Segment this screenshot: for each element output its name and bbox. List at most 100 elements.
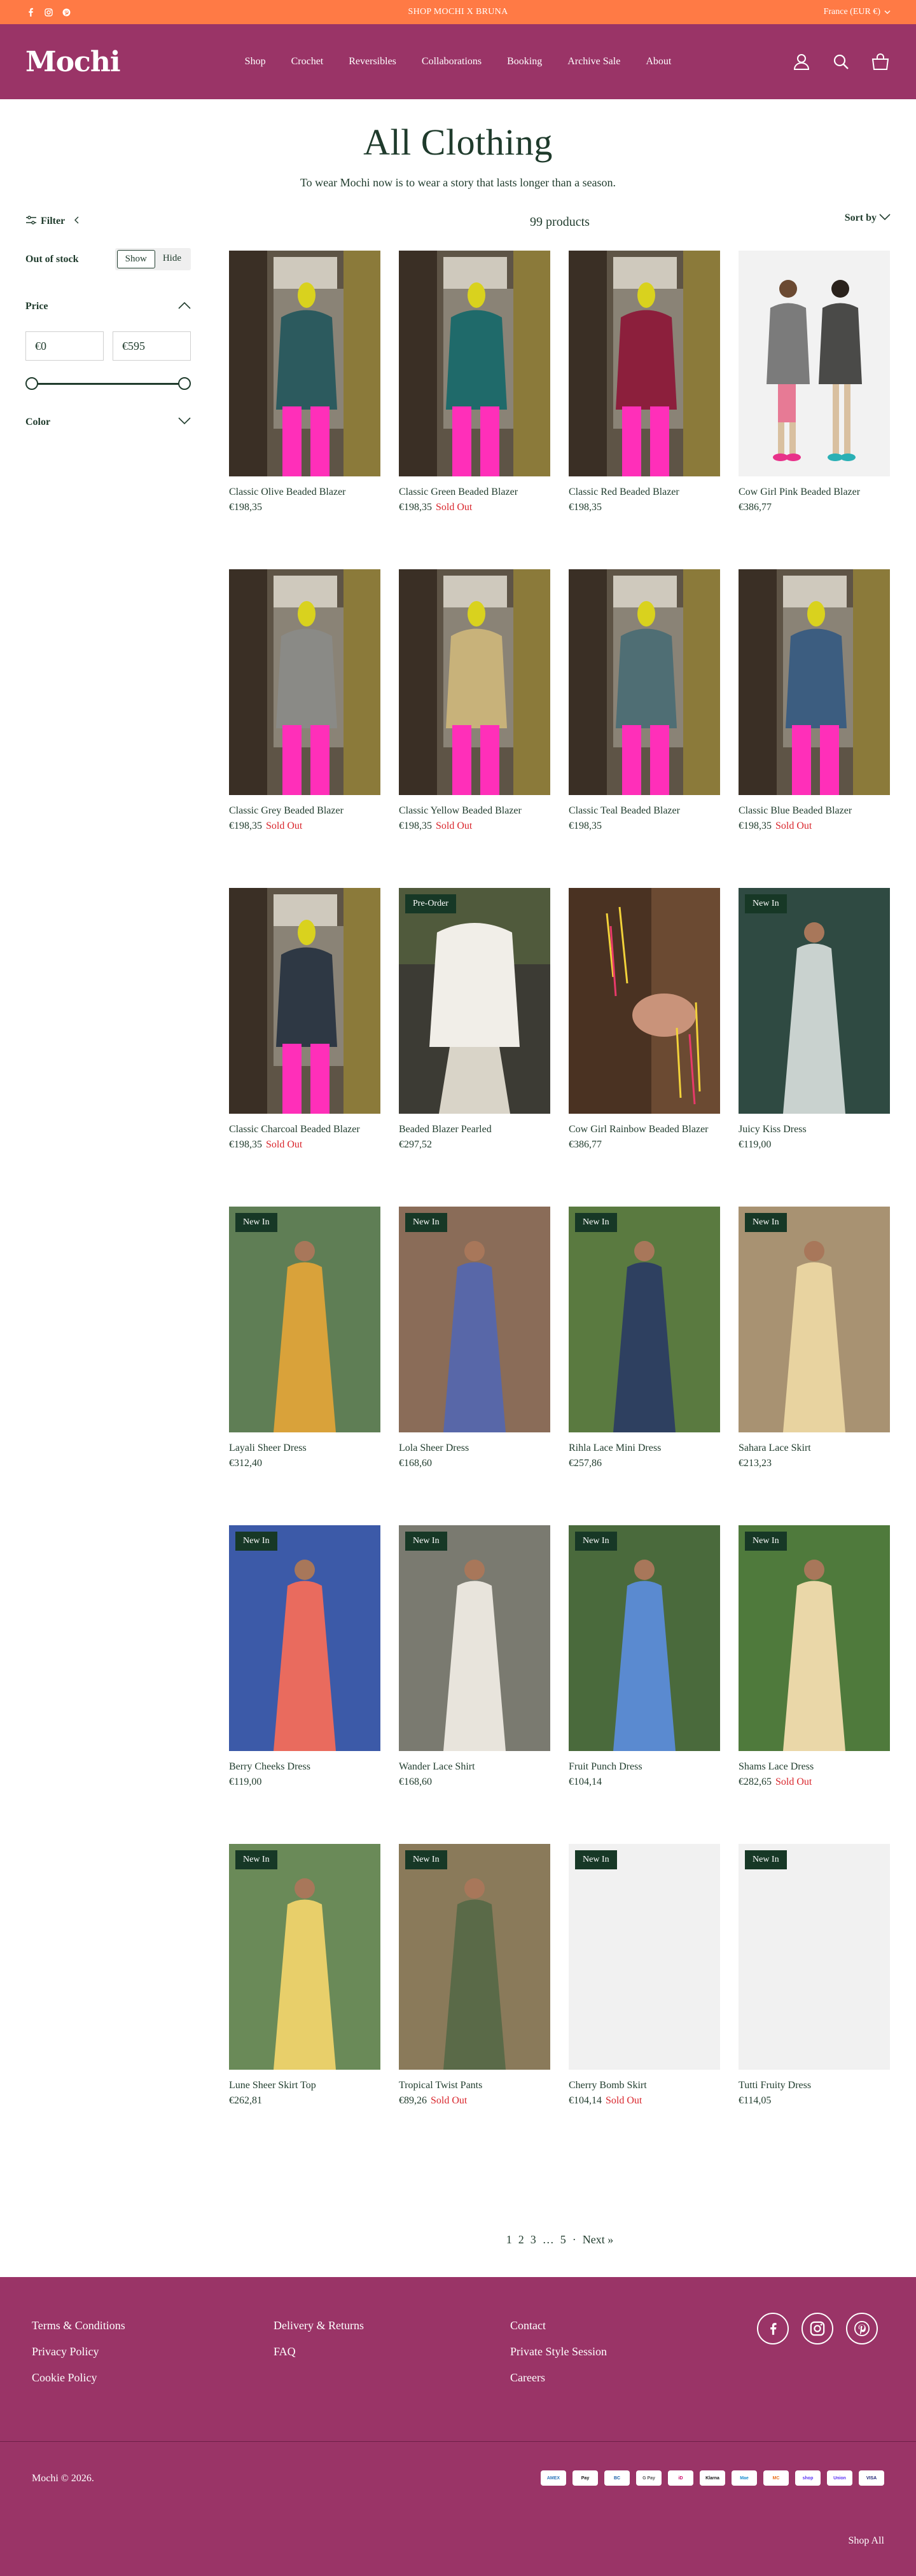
product-name[interactable]: Classic Green Beaded Blazer [399, 484, 550, 501]
pinterest-icon[interactable] [846, 2313, 878, 2344]
product-card[interactable]: Classic Green Beaded Blazer €198,35 Sold O… [399, 251, 550, 534]
price-min-input[interactable]: €0 [25, 331, 104, 361]
product-card[interactable]: New In Fruit Punch Dress €104,14 [569, 1525, 720, 1808]
product-image[interactable] [739, 569, 890, 795]
nav-reversibles[interactable]: Reversibles [349, 56, 396, 67]
cart-icon[interactable] [870, 52, 891, 72]
contact-link[interactable]: Contact [510, 2319, 607, 2332]
product-card[interactable]: New In Berry Cheeks Dress €119,00 [229, 1525, 380, 1808]
product-image[interactable] [229, 888, 380, 1114]
delivery-link[interactable]: Delivery & Returns [274, 2319, 510, 2332]
product-image[interactable]: New In [739, 1844, 890, 2070]
currency-selector[interactable]: France (EUR €) [824, 7, 891, 17]
filter-toggle[interactable]: Filter [25, 215, 65, 228]
product-name[interactable]: Layali Sheer Dress [229, 1440, 380, 1457]
product-name[interactable]: Berry Cheeks Dress [229, 1759, 380, 1775]
product-card[interactable]: Classic Teal Beaded Blazer €198,35 [569, 569, 720, 852]
product-image[interactable] [399, 569, 550, 795]
product-image[interactable] [569, 569, 720, 795]
product-image[interactable] [229, 569, 380, 795]
product-name[interactable]: Cow Girl Rainbow Beaded Blazer [569, 1121, 720, 1138]
pinterest-icon[interactable] [61, 7, 71, 17]
product-image[interactable] [229, 251, 380, 476]
product-card[interactable]: New In Lune Sheer Skirt Top €262,81 [229, 1844, 380, 2127]
product-card[interactable]: New In Lola Sheer Dress €168,60 [399, 1207, 550, 1490]
nav-archive-sale[interactable]: Archive Sale [567, 56, 620, 67]
nav-shop[interactable]: Shop [245, 56, 266, 67]
nav-crochet[interactable]: Crochet [291, 56, 324, 67]
product-card[interactable]: New In Sahara Lace Skirt €213,23 [739, 1207, 890, 1490]
product-card[interactable]: New In Tropical Twist Pants €89,26 Sold Out [399, 1844, 550, 2127]
product-card[interactable]: New In Wander Lace Shirt €168,60 [399, 1525, 550, 1808]
product-name[interactable]: Tropical Twist Pants [399, 2077, 550, 2094]
product-name[interactable]: Classic Grey Beaded Blazer [229, 803, 380, 819]
product-name[interactable]: Juicy Kiss Dress [739, 1121, 890, 1138]
product-card[interactable]: Cow Girl Pink Beaded Blazer €386,77 [739, 251, 890, 534]
product-name[interactable]: Lola Sheer Dress [399, 1440, 550, 1457]
search-icon[interactable] [831, 52, 851, 72]
product-image[interactable]: New In [739, 1207, 890, 1432]
product-image[interactable]: New In [399, 1525, 550, 1751]
privacy-link[interactable]: Privacy Policy [32, 2345, 274, 2358]
terms-link[interactable]: Terms & Conditions [32, 2319, 274, 2332]
facebook-icon[interactable] [25, 7, 36, 17]
product-card[interactable]: Classic Yellow Beaded Blazer €198,35 Sold … [399, 569, 550, 852]
careers-link[interactable]: Careers [510, 2371, 607, 2385]
cookie-link[interactable]: Cookie Policy [32, 2371, 274, 2385]
product-image[interactable]: New In [569, 1844, 720, 2070]
product-name[interactable]: Lune Sheer Skirt Top [229, 2077, 380, 2094]
shop-all-link[interactable]: Shop All [849, 2535, 884, 2547]
page-2[interactable]: 2 [518, 2233, 524, 2247]
product-card[interactable]: New In Cherry Bomb Skirt €104,14 Sold Out [569, 1844, 720, 2127]
price-accordion[interactable]: Price [25, 301, 191, 312]
color-accordion[interactable]: Color [25, 417, 191, 428]
product-image[interactable]: New In [399, 1844, 550, 2070]
price-slider-max-handle[interactable] [178, 377, 191, 390]
product-image[interactable]: New In [229, 1844, 380, 2070]
product-card[interactable]: New In Tutti Fruity Dress €114,05 [739, 1844, 890, 2127]
hide-option[interactable]: Hide [155, 250, 189, 268]
product-image[interactable]: New In [739, 888, 890, 1114]
product-card[interactable]: Classic Olive Beaded Blazer €198,35 [229, 251, 380, 534]
product-name[interactable]: Classic Blue Beaded Blazer [739, 803, 890, 819]
product-card[interactable]: New In Shams Lace Dress €282,65 Sold Out [739, 1525, 890, 1808]
collapse-filter-icon[interactable] [74, 216, 79, 227]
price-slider-min-handle[interactable] [25, 377, 38, 390]
product-image[interactable]: New In [739, 1525, 890, 1751]
product-image[interactable]: New In [229, 1207, 380, 1432]
product-name[interactable]: Classic Yellow Beaded Blazer [399, 803, 550, 819]
instagram-icon[interactable] [802, 2313, 833, 2344]
product-card[interactable]: Classic Blue Beaded Blazer €198,35 Sold Ou… [739, 569, 890, 852]
product-image[interactable]: New In [399, 1207, 550, 1432]
product-image[interactable]: New In [569, 1207, 720, 1432]
page-5[interactable]: 5 [560, 2233, 566, 2247]
product-image[interactable]: New In [229, 1525, 380, 1751]
sort-dropdown[interactable]: Sort by [845, 212, 891, 224]
product-name[interactable]: Shams Lace Dress [739, 1759, 890, 1775]
product-image[interactable]: Pre-Order [399, 888, 550, 1114]
product-image[interactable] [569, 888, 720, 1114]
product-name[interactable]: Classic Teal Beaded Blazer [569, 803, 720, 819]
product-image[interactable] [739, 251, 890, 476]
product-name[interactable]: Fruit Punch Dress [569, 1759, 720, 1775]
product-card[interactable]: New In Rihla Lace Mini Dress €257,86 [569, 1207, 720, 1490]
product-card[interactable]: Classic Charcoal Beaded Blazer €198,35 Sol… [229, 888, 380, 1171]
page-1[interactable]: 1 [506, 2233, 512, 2247]
product-card[interactable]: New In Juicy Kiss Dress €119,00 [739, 888, 890, 1171]
instagram-icon[interactable] [43, 7, 53, 17]
product-name[interactable]: Classic Red Beaded Blazer [569, 484, 720, 501]
account-icon[interactable] [791, 52, 812, 72]
facebook-icon[interactable] [757, 2313, 789, 2344]
product-name[interactable]: Classic Olive Beaded Blazer [229, 484, 380, 501]
logo[interactable]: Mochi [25, 46, 121, 78]
product-card[interactable]: Classic Grey Beaded Blazer €198,35 Sold Ou… [229, 569, 380, 852]
product-name[interactable]: Tutti Fruity Dress [739, 2077, 890, 2094]
announcement-text[interactable]: SHOP MOCHI X BRUNA [408, 7, 508, 17]
faq-link[interactable]: FAQ [274, 2345, 510, 2358]
product-card[interactable]: Pre-Order Beaded Blazer Pearled €297,52 [399, 888, 550, 1171]
product-name[interactable]: Cow Girl Pink Beaded Blazer [739, 484, 890, 501]
product-name[interactable]: Rihla Lace Mini Dress [569, 1440, 720, 1457]
product-image[interactable] [399, 251, 550, 476]
product-card[interactable]: New In Layali Sheer Dress €312,40 [229, 1207, 380, 1490]
next-page-link[interactable]: Next » [583, 2233, 614, 2247]
